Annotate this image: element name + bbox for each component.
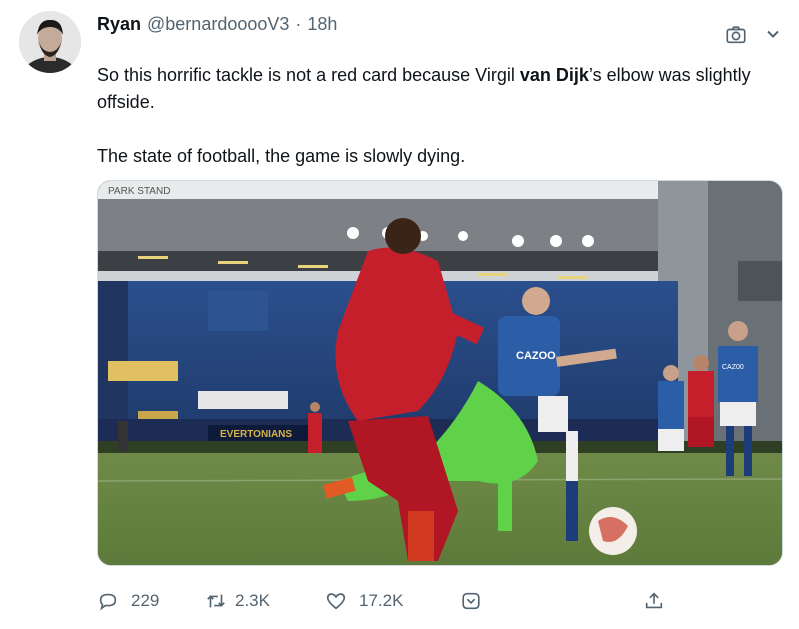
bookmark-button[interactable] [460, 590, 482, 612]
user-handle[interactable]: @bernardooooV3 [147, 14, 289, 35]
tweet-media-image[interactable]: PARK STAND EVERTONIANS CAZ00 CAZOO [97, 180, 783, 566]
player-sponsor-small: CAZ00 [722, 364, 744, 371]
player-sponsor: CAZOO [516, 350, 556, 362]
like-button[interactable]: 17.2K [325, 590, 403, 612]
board-text: EVERTONIANS [220, 429, 292, 440]
bold-name: van Dijk [519, 65, 589, 85]
retweet-icon [207, 594, 225, 608]
reply-button[interactable]: 229 [97, 590, 159, 612]
tweet-text-line1: So this horrific tackle is not a red car… [97, 65, 751, 112]
stand-sign: PARK STAND [108, 186, 170, 197]
retweet-button[interactable]: 2.3K [205, 590, 270, 612]
tweet-actions: 229 2.3K 17.2K [0, 590, 799, 620]
chevron-down-icon[interactable] [765, 26, 781, 42]
like-icon [326, 593, 346, 610]
tweet-header: Ryan @bernardooooV3 · 18h [97, 14, 337, 38]
like-count: 17.2K [359, 591, 404, 610]
reply-icon [99, 593, 117, 611]
avatar[interactable] [19, 11, 81, 73]
tweet-text: So this horrific tackle is not a red car… [97, 62, 777, 170]
share-button[interactable] [643, 590, 665, 612]
retweet-count: 2.3K [235, 591, 270, 610]
share-icon [645, 592, 663, 609]
separator: · [295, 14, 302, 34]
timestamp[interactable]: 18h [307, 14, 337, 35]
bookmark-icon [462, 592, 480, 610]
tweet-text-line2: The state of football, the game is slowl… [97, 146, 466, 166]
camera-icon[interactable] [725, 24, 747, 46]
display-name[interactable]: Ryan [97, 14, 141, 35]
reply-count: 229 [131, 591, 160, 610]
